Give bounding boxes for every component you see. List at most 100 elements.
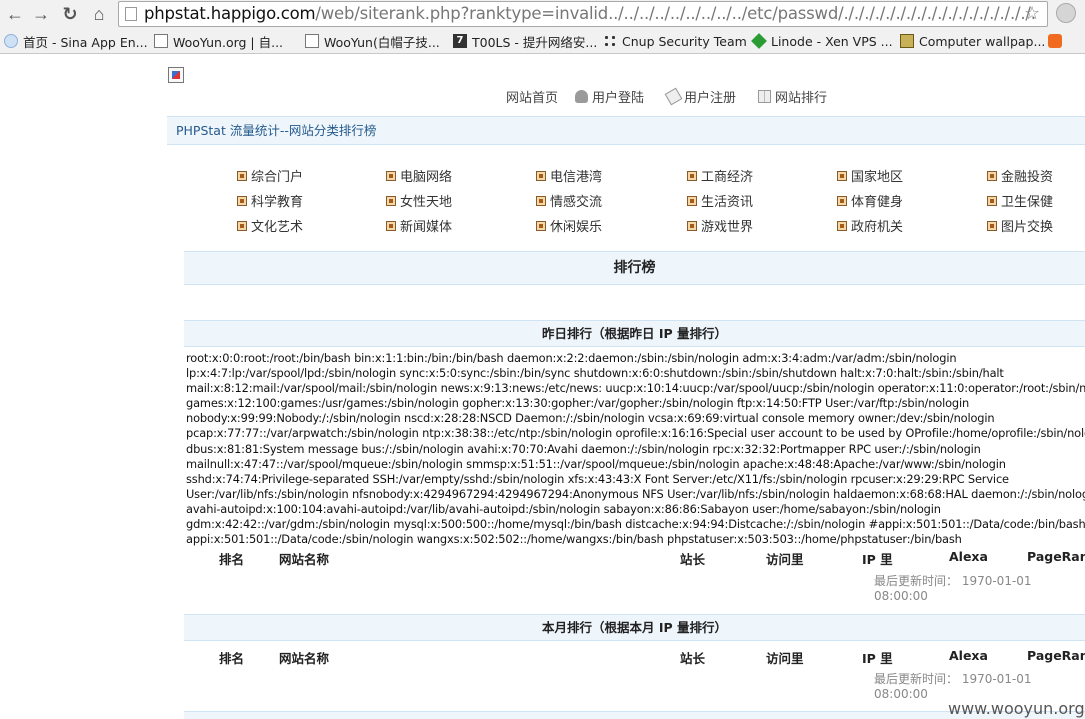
passwd-line: appi:x:501:501::/Data/code:/sbin/nologin…: [186, 532, 962, 547]
bookmark-label: Computer wallpap...: [919, 33, 1046, 49]
nav-register-link[interactable]: 用户注册: [664, 87, 737, 106]
bullet-icon: [536, 170, 546, 181]
user-icon: [575, 90, 588, 103]
category-link[interactable]: 游戏世界: [687, 216, 753, 235]
bullet-icon: [237, 170, 247, 181]
category-link[interactable]: 情感交流: [536, 191, 602, 210]
passwd-line: sshd:x:74:74:Privilege-separated SSH:/va…: [186, 471, 1009, 486]
passwd-line: nobody:x:99:99:Nobody:/:/sbin/nologin ns…: [186, 411, 995, 426]
category-link[interactable]: 生活资讯: [687, 191, 753, 210]
bullet-icon: [386, 170, 396, 181]
category-label: 卫生保健: [1001, 195, 1054, 210]
yesterday-ranking-heading: 昨日排行（根据昨日 IP 量排行）: [184, 320, 1085, 347]
col-pagerank: PageRank: [1027, 549, 1085, 564]
nav-login-label: 用户登陆: [592, 91, 645, 106]
bullet-icon: [386, 220, 396, 231]
forward-arrow-icon[interactable]: →: [30, 3, 52, 25]
bookmark-wooyun-org[interactable]: WooYun.org | 自...: [154, 32, 283, 50]
broken-image-icon: [168, 67, 184, 83]
category-label: 文化艺术: [251, 220, 304, 235]
category-link[interactable]: 图片交换: [987, 216, 1053, 235]
passwd-line: dbus:x:81:81:System message bus:/:/sbin/…: [186, 441, 981, 456]
bookmark-label: WooYun.org | 自...: [173, 34, 284, 50]
page-title: PHPStat 流量统计--网站分类排行榜: [167, 116, 1085, 145]
back-arrow-icon[interactable]: ←: [4, 3, 26, 25]
category-label: 科学教育: [251, 195, 304, 210]
address-bar[interactable]: phpstat.happigo.com/web/siterank.php?ran…: [118, 1, 1048, 27]
month-updated-time: 最后更新时间： 1970-01-01 08:00:00: [874, 672, 1032, 701]
bullet-icon: [536, 195, 546, 206]
col-ip: IP 里: [862, 552, 893, 567]
passwd-line: mailnull:x:47:47::/var/spool/mqueue:/sbi…: [186, 456, 1006, 471]
bullet-icon: [536, 220, 546, 231]
nav-register-label: 用户注册: [684, 91, 737, 106]
bookmark-wallpaper[interactable]: Computer wallpap...: [900, 32, 1045, 50]
category-label: 图片交换: [1001, 220, 1054, 235]
bookmark-overflow[interactable]: [1048, 32, 1067, 50]
category-link[interactable]: 政府机关: [837, 216, 903, 235]
passwd-line: avahi-autoipd:x:100:104:avahi-autoipd:/v…: [186, 501, 941, 516]
bookmark-label: WooYun(白帽子技...: [324, 34, 440, 50]
category-label: 电信港湾: [550, 170, 603, 185]
bullet-icon: [837, 195, 847, 206]
bullet-icon: [987, 195, 997, 206]
bookmark-label: T00LS - 提升网络安...: [472, 34, 598, 50]
category-link[interactable]: 休闲娱乐: [536, 216, 602, 235]
bookmark-t00ls[interactable]: 7 T00LS - 提升网络安...: [453, 32, 597, 50]
category-label: 政府机关: [851, 220, 904, 235]
category-link[interactable]: 女性天地: [386, 191, 452, 210]
category-link[interactable]: 综合门户: [237, 166, 303, 185]
browser-menu-icon[interactable]: [1056, 3, 1076, 23]
bookmark-label: Cnup Security Team: [622, 33, 747, 49]
url-path: /web/siterank.php?ranktype=invalid../../…: [315, 4, 1036, 23]
bookmark-cnup[interactable]: Cnup Security Team: [603, 32, 747, 50]
bullet-icon: [987, 170, 997, 181]
tag-icon: [664, 87, 683, 106]
yesterday-updated-time: 最后更新时间： 1970-01-01 08:00:00: [874, 574, 1032, 603]
category-link[interactable]: 工商经济: [687, 166, 753, 185]
category-label: 体育健身: [851, 195, 904, 210]
passwd-line: root:x:0:0:root:/root:/bin/bash bin:x:1:…: [186, 351, 957, 365]
dots-icon: [603, 34, 617, 48]
bookmark-sina[interactable]: 首页 - Sina App En...: [4, 32, 148, 50]
t00ls-icon: 7: [453, 34, 467, 48]
category-link[interactable]: 金融投资: [987, 166, 1053, 185]
category-link[interactable]: 新闻媒体: [386, 216, 452, 235]
bullet-icon: [237, 220, 247, 231]
page-info-icon[interactable]: [125, 7, 137, 21]
cloud-icon: [4, 34, 18, 48]
category-link[interactable]: 电信港湾: [536, 166, 602, 185]
passwd-line: mail:x:8:12:mail:/var/spool/mail:/sbin/n…: [186, 381, 1085, 396]
page-icon: [305, 34, 319, 48]
passwd-line: pcap:x:77:77::/var/arpwatch:/sbin/nologi…: [186, 426, 1085, 441]
nav-home-link[interactable]: 网站首页: [506, 87, 558, 106]
nav-login-link[interactable]: 用户登陆: [575, 87, 644, 106]
bullet-icon: [386, 195, 396, 206]
col-ip: IP 里: [862, 651, 893, 666]
bullet-icon: [687, 170, 697, 181]
bookmark-wooyun[interactable]: WooYun(白帽子技...: [305, 32, 440, 50]
nav-ranking-link[interactable]: 网站排行: [758, 87, 827, 106]
bullet-icon: [687, 195, 697, 206]
reload-icon[interactable]: ↻: [59, 3, 81, 25]
category-label: 生活资讯: [701, 195, 754, 210]
col-pagerank: PageRank: [1027, 648, 1085, 663]
bullet-icon: [837, 170, 847, 181]
passwd-line: User:/var/lib/nfs:/sbin/nologin nfsnobod…: [186, 486, 1085, 501]
category-link[interactable]: 科学教育: [237, 191, 303, 210]
category-link[interactable]: 文化艺术: [237, 216, 303, 235]
bullet-icon: [987, 220, 997, 231]
bookmark-star-icon[interactable]: ☆: [1024, 3, 1040, 24]
bookmark-linode[interactable]: Linode - Xen VPS ...: [751, 32, 893, 50]
category-link[interactable]: 电脑网络: [386, 166, 452, 185]
cube-icon: [751, 33, 767, 49]
category-label: 金融投资: [1001, 170, 1054, 185]
extension-icon: [1048, 34, 1062, 48]
category-link[interactable]: 国家地区: [837, 166, 903, 185]
bookmark-label: 首页 - Sina App En...: [23, 34, 148, 50]
home-icon[interactable]: ⌂: [88, 3, 110, 25]
passwd-line: gdm:x:42:42::/var/gdm:/sbin/nologin mysq…: [186, 517, 1085, 532]
category-label: 休闲娱乐: [550, 220, 603, 235]
category-link[interactable]: 体育健身: [837, 191, 903, 210]
category-link[interactable]: 卫生保健: [987, 191, 1053, 210]
